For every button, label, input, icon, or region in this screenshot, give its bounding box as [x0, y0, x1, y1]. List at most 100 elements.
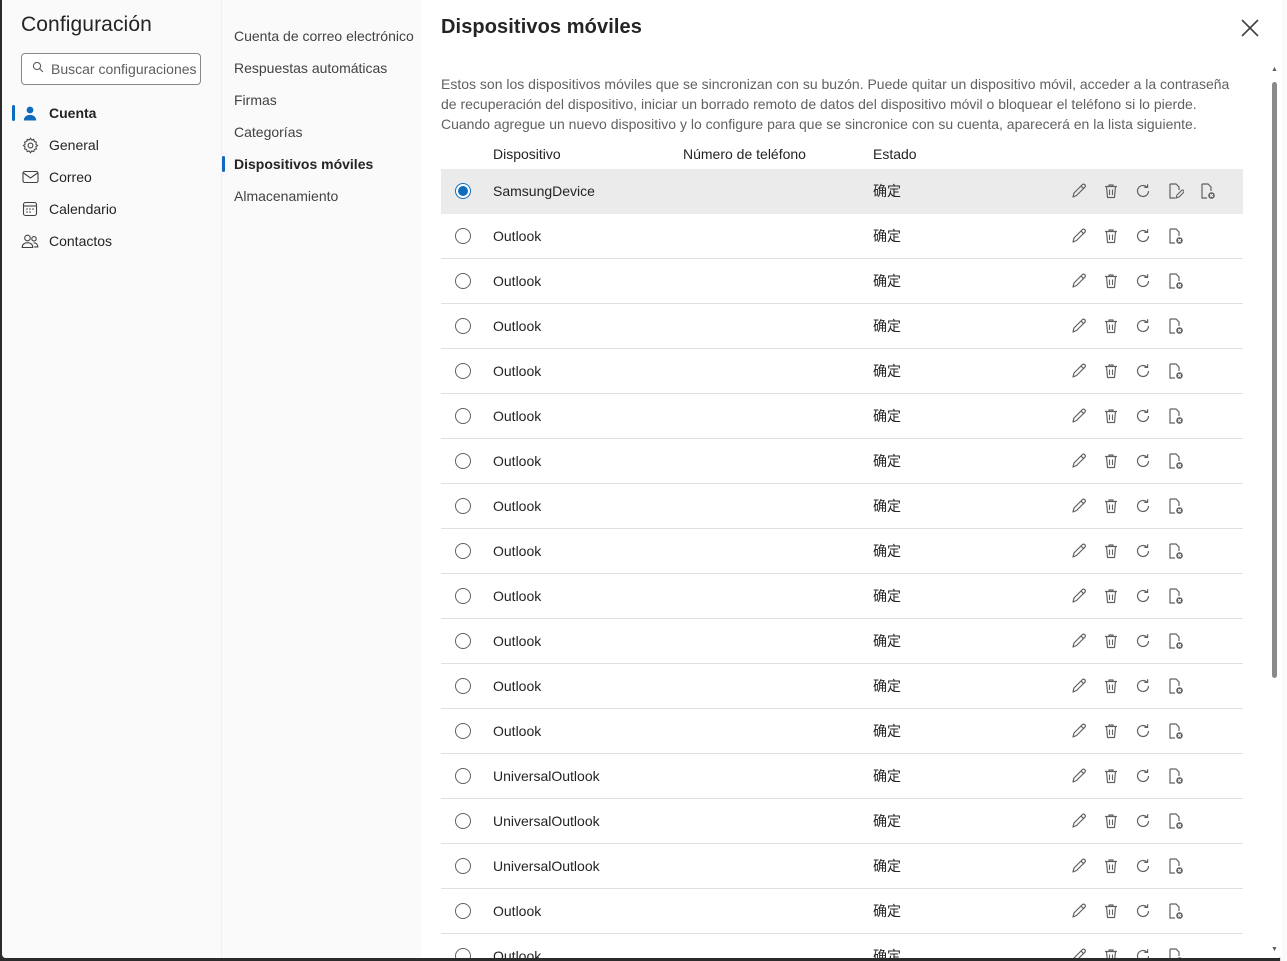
edit-device-button[interactable] — [1069, 631, 1089, 651]
table-row[interactable]: Outlook 确定 — [441, 664, 1243, 709]
scroll-up-arrow-icon[interactable]: ▲ — [1271, 66, 1278, 74]
table-row[interactable]: Outlook 确定 — [441, 259, 1243, 304]
sync-device-button[interactable] — [1133, 316, 1153, 336]
sync-device-button[interactable] — [1133, 496, 1153, 516]
table-row[interactable]: UniversalOutlook 确定 — [441, 799, 1243, 844]
table-row[interactable]: Outlook 确定 — [441, 574, 1243, 619]
delete-device-button[interactable] — [1101, 316, 1121, 336]
remote-wipe-button[interactable] — [1165, 361, 1185, 381]
delete-device-button[interactable] — [1101, 541, 1121, 561]
delete-device-button[interactable] — [1101, 226, 1121, 246]
vertical-scrollbar[interactable]: ▲ ▼ — [1268, 66, 1282, 958]
remote-wipe-button[interactable] — [1165, 856, 1185, 876]
edit-device-button[interactable] — [1069, 226, 1089, 246]
delete-device-button[interactable] — [1101, 676, 1121, 696]
scrollbar-thumb[interactable] — [1272, 82, 1277, 678]
row-radio[interactable] — [455, 363, 471, 379]
row-radio[interactable] — [455, 543, 471, 559]
close-button[interactable] — [1238, 16, 1262, 40]
row-radio[interactable] — [455, 948, 471, 958]
delete-device-button[interactable] — [1101, 946, 1121, 958]
remote-wipe-button[interactable] — [1165, 901, 1185, 921]
scroll-down-arrow-icon[interactable]: ▼ — [1271, 946, 1278, 954]
delete-device-button[interactable] — [1101, 181, 1121, 201]
table-row[interactable]: Outlook 确定 — [441, 214, 1243, 259]
remote-wipe-button[interactable] — [1197, 181, 1217, 201]
sync-device-button[interactable] — [1133, 721, 1153, 741]
row-radio[interactable] — [455, 858, 471, 874]
edit-device-button[interactable] — [1069, 316, 1089, 336]
table-row[interactable]: Outlook 确定 — [441, 889, 1243, 934]
nav-item-0[interactable]: Cuenta — [12, 97, 221, 129]
sync-device-button[interactable] — [1133, 811, 1153, 831]
delete-device-button[interactable] — [1101, 406, 1121, 426]
nav-item-3[interactable]: Calendario — [21, 193, 221, 225]
row-radio[interactable] — [455, 588, 471, 604]
table-row[interactable]: Outlook 确定 — [441, 349, 1243, 394]
table-row[interactable]: Outlook 确定 — [441, 394, 1243, 439]
edit-device-button[interactable] — [1069, 496, 1089, 516]
sync-device-button[interactable] — [1133, 541, 1153, 561]
row-radio[interactable] — [455, 768, 471, 784]
table-row[interactable]: Outlook 确定 — [441, 484, 1243, 529]
remote-wipe-button[interactable] — [1165, 316, 1185, 336]
row-radio[interactable] — [455, 408, 471, 424]
delete-device-button[interactable] — [1101, 901, 1121, 921]
edit-device-button[interactable] — [1069, 901, 1089, 921]
delete-device-button[interactable] — [1101, 361, 1121, 381]
remote-wipe-button[interactable] — [1165, 496, 1185, 516]
nav-item-2[interactable]: Correo — [21, 161, 221, 193]
edit-device-button[interactable] — [1069, 721, 1089, 741]
remote-wipe-button[interactable] — [1165, 631, 1185, 651]
sync-device-button[interactable] — [1133, 676, 1153, 696]
sync-device-button[interactable] — [1133, 766, 1153, 786]
subnav-item-2[interactable]: Firmas — [234, 84, 414, 116]
table-row[interactable]: Outlook 确定 — [441, 439, 1243, 484]
table-row[interactable]: Outlook 确定 — [441, 529, 1243, 574]
delete-device-button[interactable] — [1101, 811, 1121, 831]
sync-device-button[interactable] — [1133, 181, 1153, 201]
remote-wipe-button[interactable] — [1165, 226, 1185, 246]
recovery-password-button[interactable] — [1165, 181, 1185, 201]
delete-device-button[interactable] — [1101, 496, 1121, 516]
row-radio[interactable] — [455, 903, 471, 919]
subnav-item-3[interactable]: Categorías — [234, 116, 414, 148]
sync-device-button[interactable] — [1133, 271, 1153, 291]
remote-wipe-button[interactable] — [1165, 811, 1185, 831]
row-radio[interactable] — [455, 498, 471, 514]
row-radio[interactable] — [455, 678, 471, 694]
row-radio[interactable] — [455, 723, 471, 739]
nav-item-1[interactable]: General — [21, 129, 221, 161]
row-radio[interactable] — [455, 228, 471, 244]
table-row[interactable]: Outlook 确定 — [441, 304, 1243, 349]
delete-device-button[interactable] — [1101, 586, 1121, 606]
delete-device-button[interactable] — [1101, 766, 1121, 786]
settings-search-input[interactable] — [51, 61, 200, 77]
table-row[interactable]: Outlook 确定 — [441, 934, 1243, 958]
row-radio[interactable] — [455, 318, 471, 334]
sync-device-button[interactable] — [1133, 451, 1153, 471]
remote-wipe-button[interactable] — [1165, 766, 1185, 786]
edit-device-button[interactable] — [1069, 766, 1089, 786]
edit-device-button[interactable] — [1069, 811, 1089, 831]
remote-wipe-button[interactable] — [1165, 676, 1185, 696]
table-row[interactable]: UniversalOutlook 确定 — [441, 844, 1243, 889]
remote-wipe-button[interactable] — [1165, 271, 1185, 291]
remote-wipe-button[interactable] — [1165, 541, 1185, 561]
row-radio[interactable] — [455, 813, 471, 829]
delete-device-button[interactable] — [1101, 271, 1121, 291]
edit-device-button[interactable] — [1069, 451, 1089, 471]
subnav-item-1[interactable]: Respuestas automáticas — [234, 52, 414, 84]
subnav-item-4[interactable]: Dispositivos móviles — [222, 148, 414, 180]
row-radio[interactable] — [455, 183, 471, 199]
subnav-item-0[interactable]: Cuenta de correo electrónico — [234, 20, 414, 52]
edit-device-button[interactable] — [1069, 586, 1089, 606]
row-radio[interactable] — [455, 273, 471, 289]
sync-device-button[interactable] — [1133, 856, 1153, 876]
table-row[interactable]: UniversalOutlook 确定 — [441, 754, 1243, 799]
settings-search-box[interactable] — [21, 53, 201, 85]
remote-wipe-button[interactable] — [1165, 946, 1185, 958]
edit-device-button[interactable] — [1069, 361, 1089, 381]
sync-device-button[interactable] — [1133, 361, 1153, 381]
edit-device-button[interactable] — [1069, 541, 1089, 561]
